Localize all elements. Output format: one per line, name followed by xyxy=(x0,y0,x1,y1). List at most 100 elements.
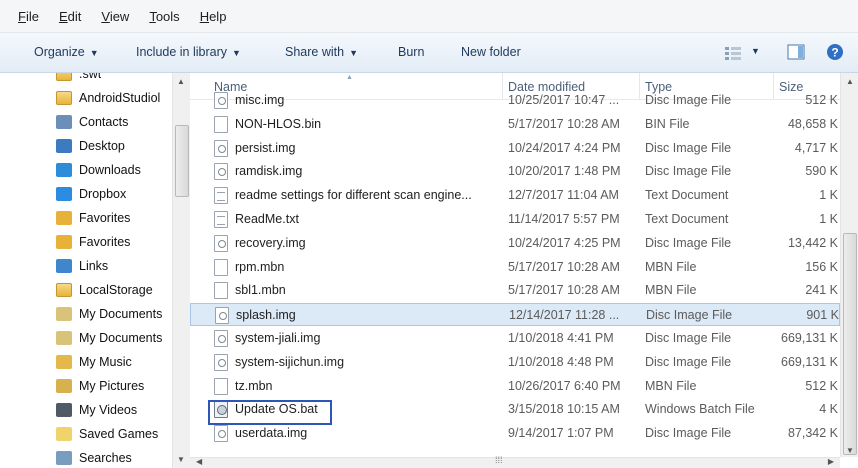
nav-item-label: .swt xyxy=(79,73,102,81)
nav-item[interactable]: My Documents xyxy=(56,303,162,325)
scroll-up-icon[interactable]: ▲ xyxy=(846,77,854,86)
file-row[interactable]: splash.img 12/14/2017 11:28 ... Disc Image… xyxy=(190,303,840,327)
menu-accelerator: E xyxy=(58,8,68,24)
nav-item[interactable]: Downloads xyxy=(56,159,141,181)
folder-icon xyxy=(56,73,72,81)
file-icon xyxy=(214,115,228,133)
disc-image-icon xyxy=(214,330,228,347)
file-row[interactable]: NON-HLOS.bin 5/17/2017 10:28 AM BIN File 48… xyxy=(190,113,840,136)
disc-image-icon xyxy=(214,139,228,157)
file-row[interactable]: readme settings for different scan engin… xyxy=(190,184,840,207)
favorites-icon xyxy=(56,211,72,225)
nav-item[interactable]: Dropbox xyxy=(56,183,126,205)
nav-item[interactable]: Saved Games xyxy=(56,423,158,445)
file-type: BIN File xyxy=(645,116,690,131)
nav-item-label: Saved Games xyxy=(79,427,159,441)
nav-item-label: AndroidStudiol xyxy=(79,91,161,105)
file-date-modified: 12/7/2017 11:04 AM xyxy=(508,188,619,203)
burn-button[interactable]: Burn xyxy=(398,45,424,59)
menu-edit[interactable]: Edit xyxy=(59,9,81,24)
file-size: 901 K xyxy=(806,308,839,323)
file-type: Text Document xyxy=(645,212,729,226)
file-date-modified: 1/10/2018 4:48 PM xyxy=(508,354,614,369)
menu-accelerator: T xyxy=(149,8,156,24)
navigation-scroll-thumb[interactable] xyxy=(175,125,189,197)
file-type: Disc Image File xyxy=(645,93,732,107)
file-row[interactable]: persist.img 10/24/2017 4:24 PM Disc Image … xyxy=(190,137,840,160)
nav-item[interactable]: Desktop xyxy=(56,135,125,157)
file-date-modified: 10/26/2017 6:40 PM xyxy=(508,378,621,393)
organize-label: Organize xyxy=(34,45,85,59)
chevron-down-icon: ▼ xyxy=(751,46,760,56)
nav-item[interactable]: .swt xyxy=(56,73,101,85)
view-options-button[interactable]: ▼ xyxy=(724,45,760,61)
scroll-down-icon[interactable]: ▼ xyxy=(846,446,854,455)
nav-item[interactable]: Contacts xyxy=(56,111,128,133)
file-list-scrollbar[interactable]: ▲ ▼ xyxy=(840,73,858,457)
file-row[interactable]: sbl1.mbn 5/17/2017 10:28 AM MBN File 241 K xyxy=(190,279,840,302)
file-type: Disc Image File xyxy=(645,426,732,441)
nav-item[interactable]: LocalStorage xyxy=(56,279,153,301)
file-row[interactable]: tz.mbn 10/26/2017 6:40 PM MBN File 512 K xyxy=(190,375,840,398)
file-row[interactable]: userdata.img 9/14/2017 1:07 PM Disc Image … xyxy=(190,422,840,445)
menu-view[interactable]: View xyxy=(101,9,129,24)
menu-help[interactable]: Help xyxy=(200,9,227,24)
file-date-modified: 11/14/2017 5:57 PM xyxy=(508,212,620,226)
organize-button[interactable]: Organize ▼ xyxy=(34,45,99,59)
dropbox-icon xyxy=(56,187,72,201)
nav-item[interactable]: Favorites xyxy=(56,207,130,229)
nav-item-label: Favorites xyxy=(79,211,131,225)
file-row[interactable]: ReadMe.txt 11/14/2017 5:57 PM Text Documen… xyxy=(190,208,840,231)
chevron-down-icon: ▼ xyxy=(349,48,358,58)
file-row[interactable]: system-sijichun.img 1/10/2018 4:48 PM Disc… xyxy=(190,351,840,374)
downloads-icon xyxy=(56,163,72,177)
menu-file[interactable]: File xyxy=(18,9,39,24)
file-row[interactable]: system-jiali.img 1/10/2018 4:41 PM Disc Im… xyxy=(190,327,840,350)
share-with-button[interactable]: Share with ▼ xyxy=(285,45,358,59)
horizontal-scrollbar[interactable]: ◀ ⁞⁞⁞ ▶ xyxy=(190,455,840,468)
file-size: 1 K xyxy=(819,188,838,203)
help-button[interactable]: ? xyxy=(826,43,844,61)
file-date-modified: 1/10/2018 4:41 PM xyxy=(508,331,614,345)
new-folder-button[interactable]: New folder xyxy=(461,45,521,59)
file-list-scroll-thumb[interactable] xyxy=(843,233,857,455)
nav-item[interactable]: AndroidStudiol xyxy=(56,87,160,109)
file-type: Disc Image File xyxy=(646,308,733,323)
file-icon xyxy=(214,258,228,276)
file-size: 1 K xyxy=(819,212,838,226)
share-with-label: Share with xyxy=(285,45,345,59)
nav-item[interactable]: Searches xyxy=(56,447,132,468)
nav-item[interactable]: My Videos xyxy=(56,399,137,421)
disc-image-icon xyxy=(214,163,228,181)
nav-item[interactable]: My Pictures xyxy=(56,375,144,397)
file-size: 13,442 K xyxy=(787,235,838,250)
menu-tools[interactable]: Tools xyxy=(149,9,179,24)
file-row[interactable]: misc.img 10/25/2017 10:47 ... Disc Image F… xyxy=(190,89,840,112)
file-name: sbl1.mbn xyxy=(235,283,286,298)
scroll-up-icon[interactable]: ▲ xyxy=(177,77,185,86)
file-row[interactable]: rpm.mbn 5/17/2017 10:28 AM MBN File 156 K xyxy=(190,256,840,279)
nav-item[interactable]: Links xyxy=(56,255,108,277)
scroll-left-icon[interactable]: ◀ xyxy=(196,457,202,466)
include-in-library-button[interactable]: Include in library ▼ xyxy=(136,45,241,59)
file-date-modified: 12/14/2017 11:28 ... xyxy=(509,308,620,323)
file-date-modified: 10/24/2017 4:25 PM xyxy=(508,235,621,250)
scroll-down-icon[interactable]: ▼ xyxy=(177,455,185,464)
file-size: 590 K xyxy=(805,164,838,179)
file-date-modified: 10/24/2017 4:24 PM xyxy=(508,140,621,155)
nav-item-label: My Documents xyxy=(79,307,163,321)
scroll-right-icon[interactable]: ▶ xyxy=(828,457,834,466)
file-date-modified: 5/17/2017 10:28 AM xyxy=(508,259,620,274)
file-row[interactable]: ramdisk.img 10/20/2017 1:48 PM Disc Image … xyxy=(190,160,840,183)
folder-icon xyxy=(56,91,72,105)
nav-item[interactable]: My Documents xyxy=(56,327,162,349)
nav-item[interactable]: Favorites xyxy=(56,231,130,253)
file-row[interactable]: recovery.img 10/24/2017 4:25 PM Disc Image… xyxy=(190,232,840,255)
file-name: recovery.img xyxy=(235,235,306,250)
file-date-modified: 5/17/2017 10:28 AM xyxy=(508,283,620,298)
preview-pane-button[interactable] xyxy=(787,44,805,60)
nav-item[interactable]: My Music xyxy=(56,351,132,373)
navigation-scrollbar[interactable]: ▲ ▼ xyxy=(172,73,190,468)
file-type: Disc Image File xyxy=(645,235,732,250)
file-name: NON-HLOS.bin xyxy=(235,116,322,131)
